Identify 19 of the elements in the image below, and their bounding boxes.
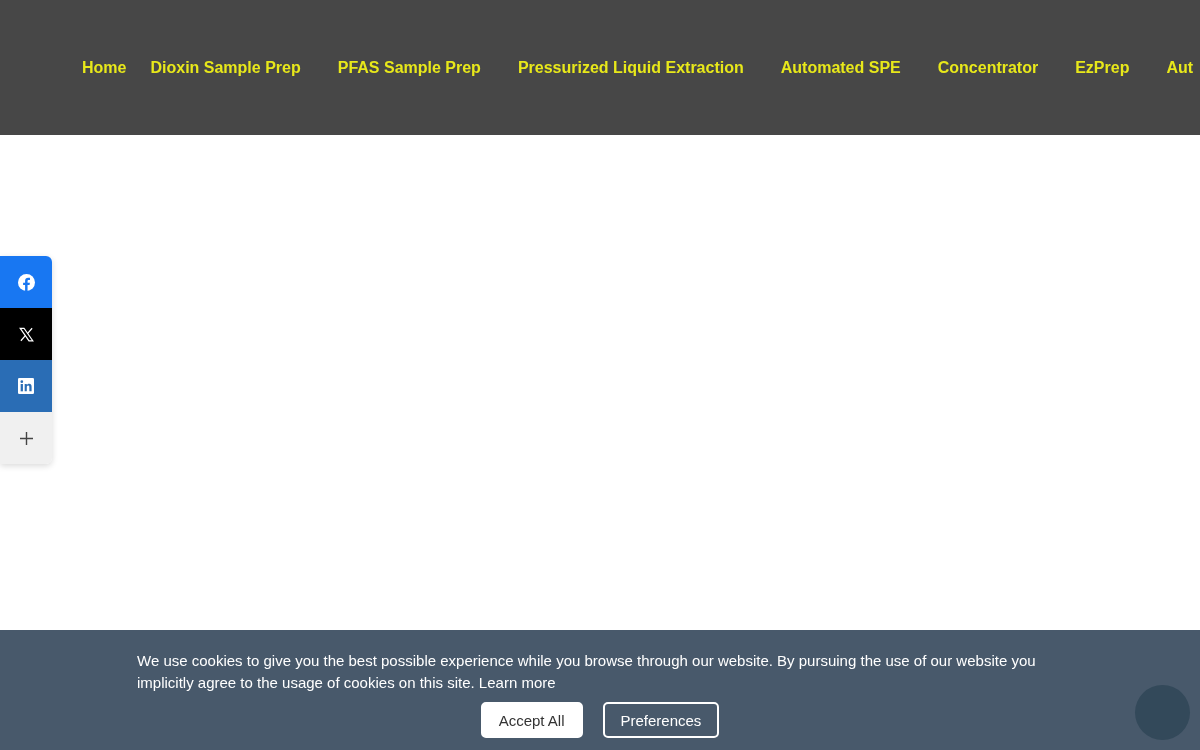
preferences-button[interactable]: Preferences — [602, 702, 720, 738]
share-button[interactable] — [0, 308, 52, 360]
cookie-message: We use cookies to give you the best possible experience while you browse through our website. By pursuing the use of our website you implicitly agree to the usage of cookies on this site. Learn more — [137, 651, 1037, 693]
nav-link[interactable]: Concentrator — [937, 58, 1039, 77]
nav-link[interactable]: Dioxin Sample Prep — [150, 58, 301, 77]
nav-link[interactable]: PFAS Sample Prep — [337, 58, 481, 77]
share-button[interactable] — [0, 360, 52, 412]
accept-button[interactable]: Accept All — [480, 702, 583, 738]
nav-link[interactable]: Automated SPE — [780, 58, 901, 77]
nav-link[interactable]: Home — [82, 58, 127, 77]
x-icon — [18, 326, 34, 342]
nav-link[interactable]: Aut — [1166, 58, 1194, 77]
learn-more-link[interactable]: Learn more — [478, 674, 556, 691]
plus-icon — [19, 431, 33, 445]
share-button[interactable] — [0, 256, 52, 308]
nav-link[interactable]: EzPrep — [1075, 58, 1130, 77]
facebook-icon — [17, 273, 35, 291]
linkedin-icon — [18, 378, 34, 394]
nav-link[interactable]: Pressurized Liquid Extraction — [517, 58, 744, 77]
